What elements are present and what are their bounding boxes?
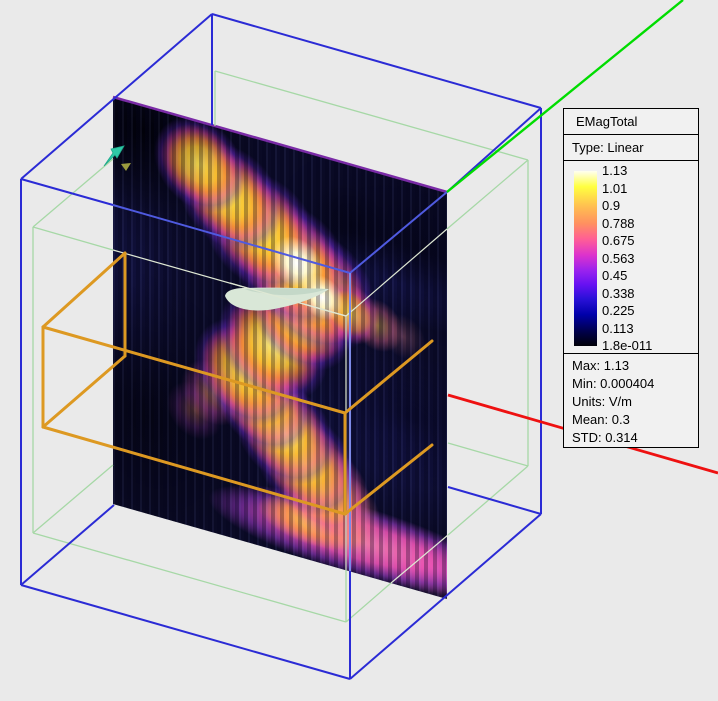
outer-box-edge (447, 486, 542, 515)
outer-box-edge (20, 504, 115, 586)
outer-box-edge (349, 191, 448, 274)
outer-box-wireframe (20, 13, 542, 680)
stat-line: Min: 0.000404 (572, 376, 655, 391)
stat-line: Mean: 0.3 (572, 412, 630, 427)
scale-value: 1.01 (602, 180, 628, 196)
inner-box-edge (390, 534, 449, 584)
scale-value: 1.8e-011 (602, 338, 653, 353)
stat-line: STD: 0.314 (572, 430, 638, 445)
scale-value: 0.45 (602, 268, 628, 283)
inner-box-edge (447, 442, 529, 467)
scale-value: 0.675 (602, 233, 635, 248)
outer-box-edge (349, 513, 542, 680)
viewport-3d[interactable]: EMagTotal Type: Linear 1.13 1.01 0.9 0.788 0… (0, 0, 718, 701)
outer-box-edge (20, 584, 351, 680)
inner-box-edge (32, 464, 114, 534)
waveguide-edge (41, 354, 127, 429)
colorbar-scale-labels: 1.13 1.01 0.9 0.788 0.675 0.563 0.45 0.338 0.225… (602, 163, 694, 354)
inner-box-edge (345, 582, 392, 623)
scale-value: 0.225 (602, 303, 635, 318)
outer-box-edge (211, 13, 542, 109)
outer-box-edge (20, 178, 114, 206)
stat-line: Units: V/m (572, 394, 632, 409)
excitation-arrow-icon (103, 145, 125, 167)
legend-title: EMagTotal (564, 109, 698, 135)
scale-value: 0.338 (602, 285, 635, 301)
inner-box-edge (446, 159, 529, 230)
plane-top-border (112, 95, 448, 194)
waveguide-edge (41, 251, 127, 329)
scale-value: 1.13 (602, 163, 628, 178)
legend-scale-type: Type: Linear (564, 135, 698, 161)
olive-triangle-icon (121, 163, 131, 171)
colorbar-gradient (574, 171, 597, 346)
markers (103, 145, 131, 171)
inner-box-edge (345, 228, 448, 317)
waveguide-edge (41, 325, 347, 415)
scale-value: 0.788 (602, 215, 635, 231)
waveguide-edge (343, 339, 434, 415)
legend-colorbar-zone: 1.13 1.01 0.9 0.788 0.675 0.563 0.45 0.338 0.225… (564, 161, 698, 354)
stat-line: Max: 1.13 (572, 358, 630, 373)
inner-box-edge (214, 70, 529, 161)
waveguide-edge (343, 443, 434, 516)
scale-value: 0.113 (602, 320, 634, 336)
inner-box-edge (447, 465, 529, 536)
inner-box-edge (32, 226, 114, 251)
color-key-legend[interactable]: EMagTotal Type: Linear 1.13 1.01 0.9 0.788 0… (563, 108, 699, 448)
outer-box-edge (112, 204, 351, 274)
waveguide-edge (41, 425, 347, 516)
inner-box-edge (32, 532, 347, 623)
scale-value: 0.563 (602, 250, 635, 266)
legend-statistics: Max: 1.13 Min: 0.000404 Units: V/m Mean: 0.… (564, 354, 698, 447)
scale-value: 0.9 (602, 198, 621, 213)
